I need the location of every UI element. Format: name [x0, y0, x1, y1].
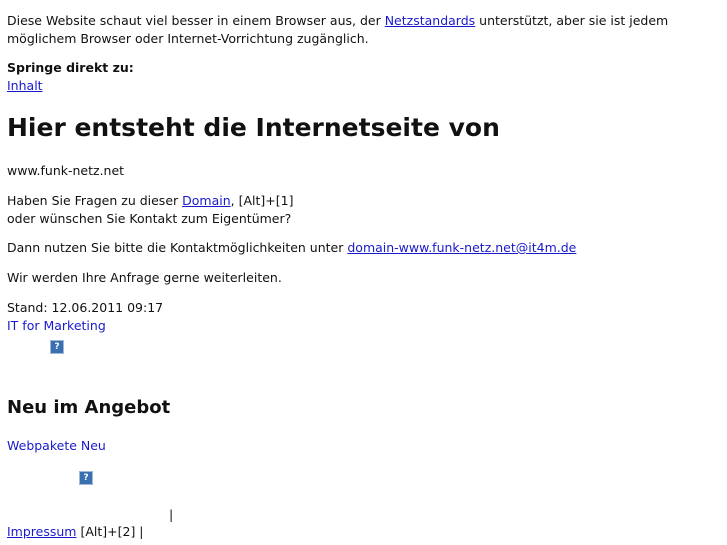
questions-text-before: Haben Sie Fragen zu dieser: [7, 193, 183, 208]
domain-link[interactable]: Domain: [182, 193, 231, 208]
domain-name: www.funk-netz.net: [7, 163, 125, 178]
questions-text: Haben Sie Fragen zu dieser Domain, [Alt]…: [7, 192, 293, 228]
forward-text: Wir werden Ihre Anfrage gerne weiterleit…: [7, 270, 282, 285]
impressum-access-key: [Alt]+[2] |: [76, 524, 144, 539]
jump-to-title: Springe direkt zu:: [7, 60, 134, 75]
contact-label: Dann nutzen Sie bitte die Kontaktmöglich…: [7, 240, 348, 255]
contact-text: Dann nutzen Sie bitte die Kontaktmöglich…: [7, 239, 576, 257]
page-title: Hier entsteht die Internetseite von: [7, 113, 500, 142]
questions-line2: oder wünschen Sie Kontakt zum Eigentümer…: [7, 211, 292, 226]
impressum-link[interactable]: Impressum: [7, 524, 76, 539]
it-for-marketing-link[interactable]: IT for Marketing: [7, 318, 106, 333]
contact-email-link[interactable]: domain-www.funk-netz.net@it4m.de: [347, 240, 576, 255]
footer-nav: Impressum [Alt]+[2] |: [7, 523, 144, 541]
webpakete-link[interactable]: Webpakete Neu: [7, 438, 106, 453]
last-updated: Stand: 12.06.2011 09:17: [7, 300, 164, 315]
content-link[interactable]: Inhalt: [7, 78, 43, 93]
offer-heading: Neu im Angebot: [7, 397, 171, 418]
intro-text-before: Diese Website schaut viel besser in eine…: [7, 13, 385, 28]
netzstandards-link[interactable]: Netzstandards: [385, 13, 475, 28]
intro-text: Diese Website schaut viel besser in eine…: [7, 12, 697, 48]
domain-access-key: , [Alt]+[1]: [230, 193, 294, 208]
broken-image-icon[interactable]: ?: [50, 340, 64, 354]
broken-image-icon[interactable]: ?: [79, 471, 93, 485]
separator: |: [169, 507, 174, 522]
